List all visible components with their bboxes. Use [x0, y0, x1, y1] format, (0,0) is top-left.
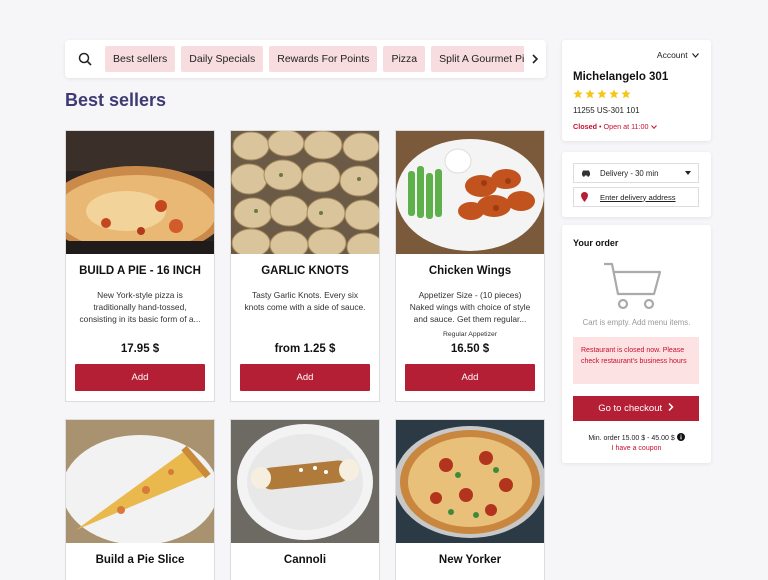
product-card[interactable]: New Yorker: [395, 419, 545, 580]
star-icon: [573, 89, 583, 99]
product-description: New York-style pizza is traditionally ha…: [79, 290, 201, 324]
opening-status[interactable]: Closed • Open at 11:00: [573, 122, 657, 131]
category-chip[interactable]: Split A Gourmet Pizza: [431, 46, 524, 72]
product-name: BUILD A PIE - 16 INCH: [79, 265, 201, 277]
product-card[interactable]: Chicken Wings Appetizer Size - (10 piece…: [395, 130, 545, 402]
product-image: [66, 131, 214, 254]
account-label: Account: [656, 50, 688, 60]
open-time: Open at 11:00: [603, 122, 649, 131]
caret-down-icon: [685, 171, 691, 175]
restaurant-info-panel: Account Michelangelo 301 11255 US-301 10…: [562, 40, 711, 141]
product-description: Tasty Garlic Knots. Every six knots come…: [244, 290, 366, 312]
shopping-cart-icon: [602, 261, 664, 316]
chevron-down-icon: [692, 53, 699, 58]
restaurant-name: Michelangelo 301: [573, 71, 669, 83]
checkout-label: Go to checkout: [598, 403, 663, 414]
delivery-panel: Delivery - 30 min Enter delivery address: [562, 152, 711, 217]
product-price: 17.95 $: [120, 343, 160, 355]
order-panel: Your order Cart is empty. Add menu items…: [562, 225, 711, 463]
star-icon: [621, 89, 631, 99]
product-image: [231, 131, 379, 254]
car-icon: [582, 170, 590, 177]
product-variant: [66, 331, 214, 340]
product-card[interactable]: Build a Pie Slice: [65, 419, 215, 580]
add-button[interactable]: Add: [405, 364, 535, 391]
delivery-address-label: Enter delivery address: [600, 192, 676, 202]
delivery-address-input[interactable]: Enter delivery address: [573, 187, 699, 207]
order-title: Your order: [573, 238, 619, 248]
star-icon: [597, 89, 607, 99]
category-chip[interactable]: Rewards For Points: [269, 46, 378, 72]
checkout-button[interactable]: Go to checkout: [573, 396, 699, 421]
min-order-text: Min. order 15.00 $ - 45.00 $: [562, 433, 711, 442]
account-menu[interactable]: Account: [657, 50, 699, 60]
min-order-label: Min. order 15.00 $ - 45.00 $: [588, 435, 675, 442]
closed-label: Closed: [573, 122, 597, 131]
category-list: Best sellers Daily Specials Rewards For …: [105, 46, 524, 72]
coupon-link[interactable]: I have a coupon: [562, 445, 711, 452]
category-chip[interactable]: Daily Specials: [181, 46, 264, 72]
delivery-mode-select[interactable]: Delivery - 30 min: [573, 163, 699, 183]
delivery-mode-label: Delivery - 30 min: [600, 168, 659, 178]
product-card[interactable]: BUILD A PIE - 16 INCH New York-style piz…: [65, 130, 215, 402]
restaurant-page: Best sellers Daily Specials Rewards For …: [0, 0, 768, 580]
product-variant: [231, 331, 379, 340]
product-name: GARLIC KNOTS: [261, 265, 349, 277]
rating-stars: [573, 89, 631, 99]
category-bar: Best sellers Daily Specials Rewards For …: [65, 40, 546, 78]
cart-empty-text: Cart is empty. Add menu items.: [582, 318, 691, 327]
product-card[interactable]: GARLIC KNOTS Tasty Garlic Knots. Every s…: [230, 130, 380, 402]
product-card[interactable]: Cannoli: [230, 419, 380, 580]
search-icon[interactable]: [65, 40, 105, 78]
product-image: [66, 420, 214, 543]
product-image: [231, 420, 379, 543]
chevron-right-icon: [668, 402, 674, 412]
status-dot: •: [598, 122, 602, 131]
category-chip[interactable]: Best sellers: [105, 46, 176, 72]
map-pin-icon: [581, 192, 588, 202]
chevron-down-icon: [650, 125, 657, 130]
product-name: Cannoli: [283, 554, 327, 566]
add-button[interactable]: Add: [75, 364, 205, 391]
product-price: from 1.25 $: [274, 343, 336, 355]
product-price: 16.50 $: [450, 343, 490, 355]
info-icon[interactable]: [676, 433, 685, 441]
section-title: Best sellers: [65, 90, 167, 110]
chevron-right-icon[interactable]: [524, 40, 546, 78]
add-button[interactable]: Add: [240, 364, 370, 391]
product-image: [396, 420, 544, 543]
restaurant-address: 11255 US-301 101: [573, 106, 640, 115]
product-name: New Yorker: [438, 554, 502, 566]
product-variant: Regular Appetizer: [442, 331, 498, 338]
star-icon: [609, 89, 619, 99]
product-name: Chicken Wings: [428, 265, 512, 277]
closed-notice: Restaurant is closed now. Please check r…: [573, 337, 699, 384]
product-description: Appetizer Size - (10 pieces) Naked wings…: [409, 290, 531, 324]
product-name: Build a Pie Slice: [95, 554, 185, 566]
category-chip[interactable]: Pizza: [383, 46, 426, 72]
product-image: [396, 131, 544, 254]
star-icon: [585, 89, 595, 99]
